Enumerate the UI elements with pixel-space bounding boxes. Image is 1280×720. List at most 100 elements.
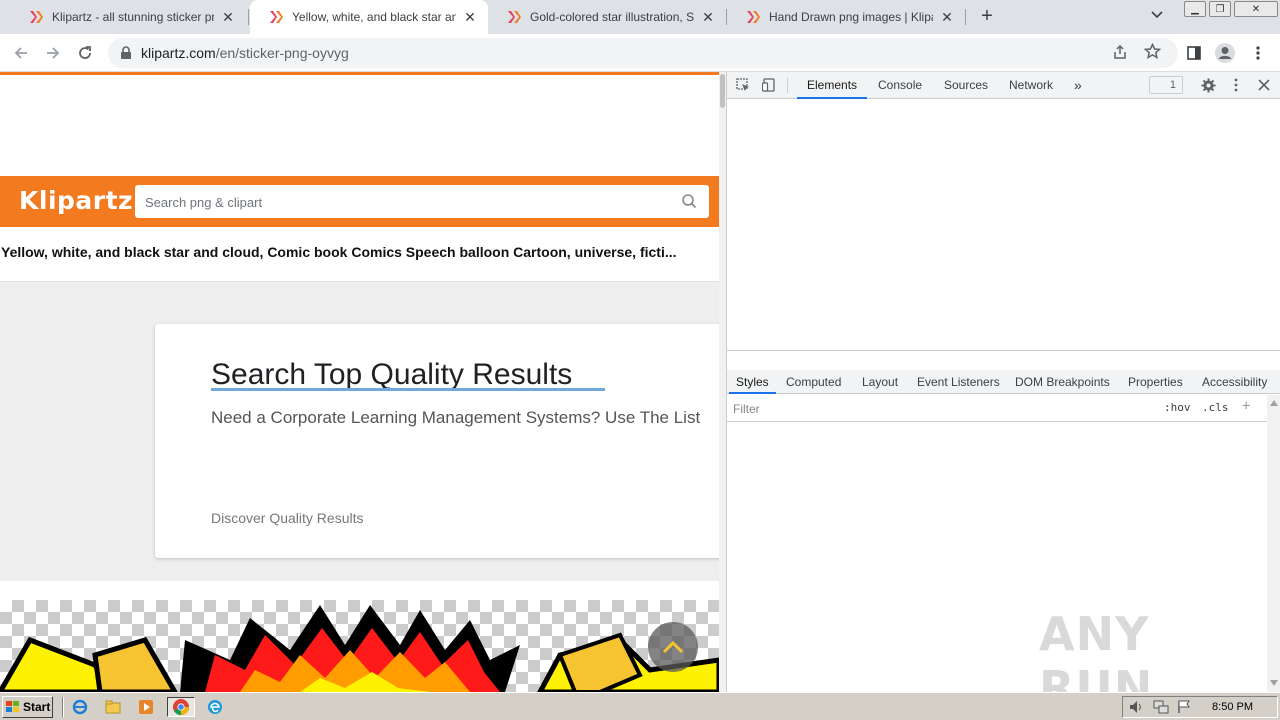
start-button[interactable]: Start <box>2 696 53 718</box>
windows-logo-icon <box>6 701 19 712</box>
tab-separator <box>965 9 966 25</box>
devtools-pane-divider[interactable] <box>727 350 1280 351</box>
tab-accessibility[interactable]: Accessibility <box>1202 370 1267 394</box>
page-scrollbar[interactable] <box>719 72 726 692</box>
system-tray: 8:50 PM <box>1122 696 1278 718</box>
tab-layout[interactable]: Layout <box>862 370 898 394</box>
more-tabs-chevron-icon[interactable]: » <box>1074 72 1082 99</box>
klipartz-logo[interactable]: Klipartz <box>19 186 133 215</box>
tab-event-listeners[interactable]: Event Listeners <box>917 370 1000 394</box>
close-tab-icon[interactable]: ✕ <box>939 9 955 25</box>
file-explorer-icon[interactable] <box>102 697 124 717</box>
hover-state-toggle[interactable]: :hov <box>1164 401 1191 414</box>
sticker-preview-image <box>0 600 722 692</box>
page-title: Yellow, white, and black star and cloud,… <box>1 244 677 260</box>
start-label: Start <box>23 700 51 714</box>
browser-tab-4[interactable]: Hand Drawn png images | Klipartz ✕ <box>727 0 965 34</box>
taskbar-divider <box>62 697 64 717</box>
close-tab-icon[interactable]: ✕ <box>462 9 478 25</box>
taskbar-clock[interactable]: 8:50 PM <box>1212 701 1253 713</box>
issues-counter[interactable]: 1 <box>1149 76 1183 94</box>
klipartz-favicon-icon <box>508 11 521 23</box>
comic-star-burst-image <box>0 605 722 692</box>
tab-dom-breakpoints[interactable]: DOM Breakpoints <box>1015 370 1110 394</box>
internet-explorer-icon[interactable] <box>69 697 91 717</box>
lock-icon[interactable] <box>120 46 132 60</box>
forward-arrow-icon[interactable] <box>40 40 66 66</box>
klipartz-favicon-icon <box>270 11 283 23</box>
url-path: /en/sticker-png-oyvyg <box>215 45 349 61</box>
inspect-element-icon[interactable] <box>735 77 751 93</box>
klipartz-favicon-icon <box>30 11 43 23</box>
ad-link[interactable]: Discover Quality Results <box>211 510 364 526</box>
scroll-to-top-button[interactable] <box>648 622 698 672</box>
styles-sidebar-tabs: Styles Computed Layout Event Listeners D… <box>727 370 1280 394</box>
tab-network[interactable]: Network <box>1009 72 1053 99</box>
share-icon[interactable] <box>1112 44 1128 63</box>
ad-description: Need a Corporate Learning Management Sys… <box>211 408 701 427</box>
close-tab-icon[interactable]: ✕ <box>220 9 236 25</box>
styles-filter-row: :hov .cls + <box>727 395 1280 422</box>
edge-taskbar-icon[interactable] <box>204 697 226 717</box>
devtools-panel: Elements Console Sources Network » 1 Sty… <box>726 72 1280 715</box>
window-controls: ▁ ❐ ✕ <box>1182 0 1280 18</box>
tab-search-chevron-down-icon[interactable] <box>1150 9 1170 25</box>
ad-title[interactable]: Search Top Quality Results <box>211 358 572 392</box>
page-scrollbar-thumb[interactable] <box>720 74 725 108</box>
network-icon[interactable] <box>1153 700 1169 717</box>
devtools-tab-bar: Elements Console Sources Network » 1 <box>727 72 1280 99</box>
devtools-menu-kebab-icon[interactable] <box>1228 77 1244 93</box>
tab-console[interactable]: Console <box>878 72 922 99</box>
profile-avatar-icon[interactable] <box>1212 40 1238 66</box>
more-options-kebab-icon[interactable] <box>1245 40 1271 66</box>
browser-tab-2[interactable]: Yellow, white, and black star and clo ✕ <box>250 0 488 34</box>
tab-computed[interactable]: Computed <box>786 370 841 394</box>
back-arrow-icon[interactable] <box>8 40 34 66</box>
tab-styles[interactable]: Styles <box>729 370 776 394</box>
scroll-up-arrow-icon[interactable] <box>1270 400 1278 406</box>
url-text: klipartz.com/en/sticker-png-oyvyg <box>141 45 349 61</box>
settings-gear-icon[interactable] <box>1200 77 1216 93</box>
tab-title: Yellow, white, and black star and clo <box>292 10 456 24</box>
new-tab-button[interactable]: + <box>976 6 998 28</box>
tab-strip: Klipartz - all stunning sticker png ima … <box>0 0 1280 34</box>
ad-title-underline <box>211 388 605 391</box>
ad-card[interactable]: Search Top Quality Results Need a Corpor… <box>155 324 725 558</box>
browser-tab-3[interactable]: Gold-colored star illustration, Star De … <box>488 0 726 34</box>
new-style-rule-button[interactable]: + <box>1242 398 1250 414</box>
minimize-window-icon[interactable]: ▁ <box>1184 1 1206 17</box>
device-toolbar-icon[interactable] <box>761 77 777 93</box>
browser-tab-1[interactable]: Klipartz - all stunning sticker png ima … <box>10 0 246 34</box>
toolbar-divider <box>787 78 788 93</box>
tab-title: Hand Drawn png images | Klipartz <box>769 10 933 24</box>
search-icon[interactable] <box>681 193 697 209</box>
browser-toolbar: klipartz.com/en/sticker-png-oyvyg <box>0 34 1280 72</box>
klipartz-favicon-icon <box>747 11 760 23</box>
media-player-icon[interactable] <box>135 697 157 717</box>
tab-elements[interactable]: Elements <box>797 72 868 99</box>
bookmark-star-icon[interactable] <box>1143 42 1162 63</box>
chrome-taskbar-icon[interactable] <box>167 697 195 717</box>
address-bar[interactable]: klipartz.com/en/sticker-png-oyvyg <box>108 38 1178 68</box>
windows-taskbar: Start 8:50 PM <box>0 692 1280 720</box>
tab-properties[interactable]: Properties <box>1128 370 1183 394</box>
restore-window-icon[interactable]: ❐ <box>1209 1 1231 17</box>
close-window-icon[interactable]: ✕ <box>1234 1 1278 17</box>
reload-icon[interactable] <box>72 40 98 66</box>
volume-icon[interactable] <box>1129 700 1145 717</box>
site-search-input[interactable]: Search png & clipart <box>135 185 709 218</box>
styles-filter-input[interactable] <box>727 398 1153 419</box>
close-devtools-icon[interactable] <box>1256 77 1272 93</box>
tab-title: Gold-colored star illustration, Star De <box>530 10 694 24</box>
side-panel-icon[interactable] <box>1181 40 1207 66</box>
action-center-flag-icon[interactable] <box>1177 700 1191 717</box>
page-viewport: Klipartz Search png & clipart Yellow, wh… <box>0 72 726 692</box>
tab-title: Klipartz - all stunning sticker png ima <box>52 10 214 24</box>
search-placeholder: Search png & clipart <box>145 195 263 210</box>
class-toggle[interactable]: .cls <box>1202 401 1229 414</box>
top-accent-line <box>0 72 720 75</box>
chevron-up-icon <box>662 640 684 654</box>
tab-sources[interactable]: Sources <box>944 72 988 99</box>
close-tab-icon[interactable]: ✕ <box>700 9 716 25</box>
url-host: klipartz.com <box>141 45 216 61</box>
